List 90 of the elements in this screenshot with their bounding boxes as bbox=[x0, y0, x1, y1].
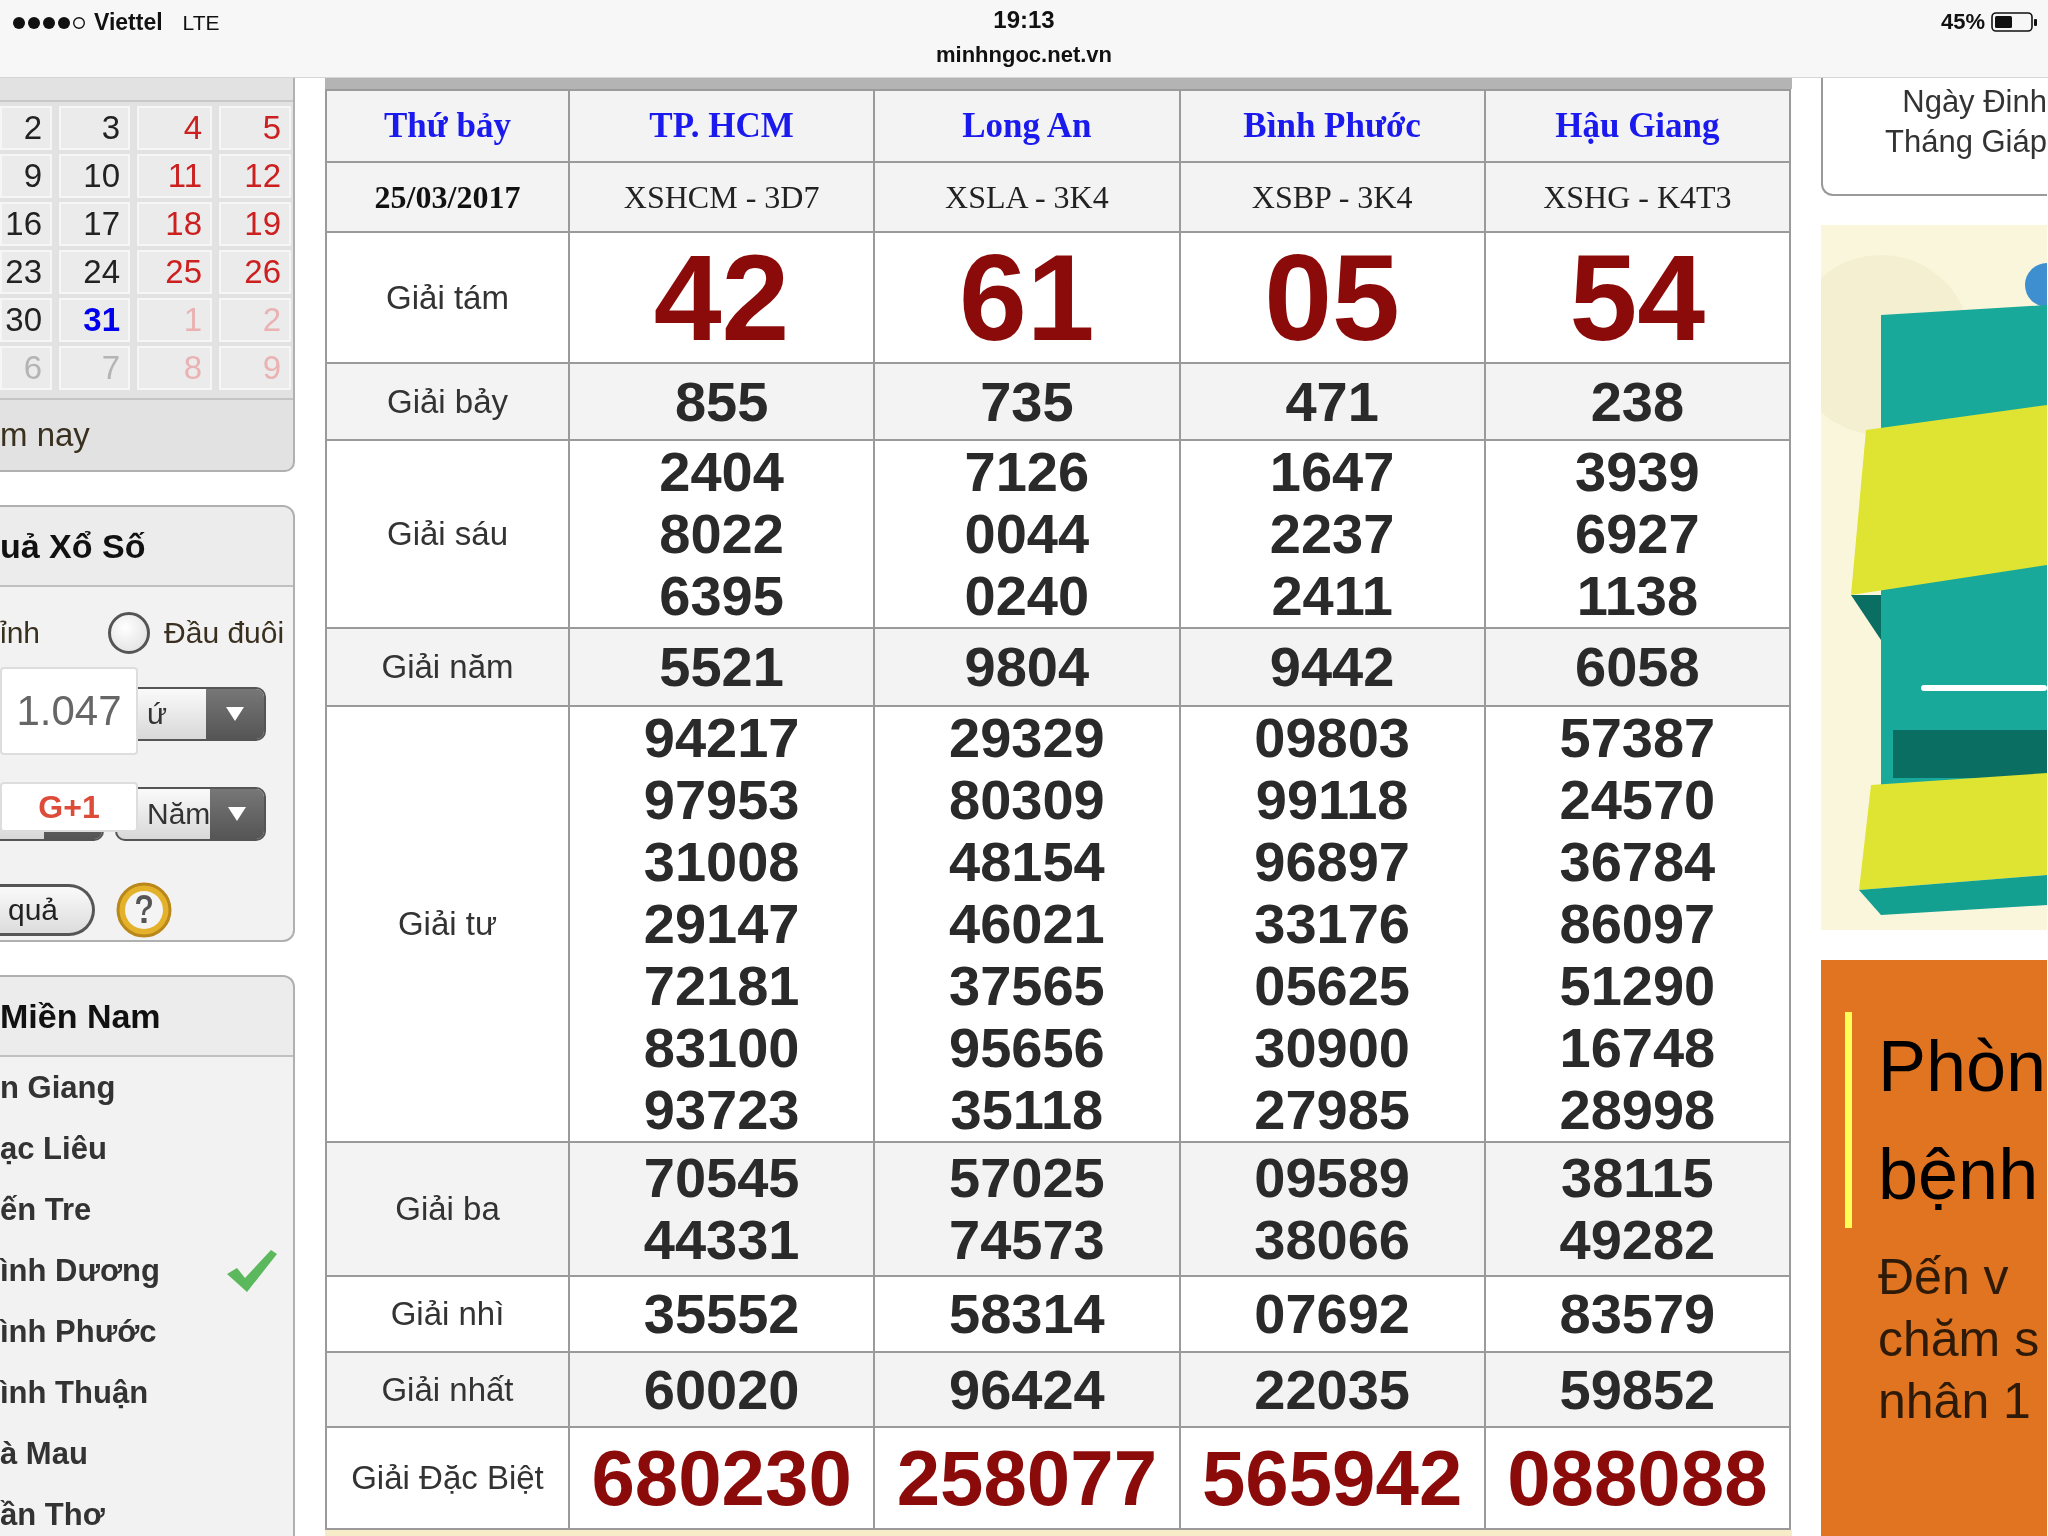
prize-number: 60020 bbox=[642, 1358, 801, 1421]
prize-number: 38066 bbox=[1253, 1209, 1411, 1271]
prize-number: 29147 bbox=[642, 893, 801, 955]
prize-number: 74573 bbox=[948, 1209, 1106, 1271]
prize-number: 72181 bbox=[642, 955, 801, 1017]
prize-number: 37565 bbox=[948, 955, 1106, 1017]
prize-number: 57025 bbox=[948, 1147, 1106, 1209]
prize-number: 1647 bbox=[1268, 441, 1396, 503]
prize-number: 96897 bbox=[1253, 831, 1411, 893]
prize-number: 49282 bbox=[1558, 1209, 1717, 1271]
option-label: Đầu đuôi bbox=[164, 616, 285, 650]
prize-number: 93723 bbox=[642, 1079, 801, 1141]
prize-number: 42 bbox=[652, 234, 791, 361]
prize-number: 28998 bbox=[1558, 1079, 1717, 1141]
promo-text: chăm s bbox=[1878, 1310, 2041, 1369]
prize-number: 6395 bbox=[658, 565, 785, 627]
network-type: LTE bbox=[182, 10, 220, 35]
lunar-date-text: Ngày Đinh bbox=[1902, 83, 2047, 121]
prize-number: 83100 bbox=[642, 1017, 801, 1079]
prize-number: 33176 bbox=[1253, 893, 1411, 955]
prize-number: 94217 bbox=[642, 707, 801, 769]
prize-number: 35552 bbox=[642, 1283, 801, 1345]
battery-percent: 45% bbox=[1940, 9, 1985, 35]
prize-number: 05 bbox=[1263, 234, 1401, 361]
prize-number: 54 bbox=[1568, 234, 1707, 361]
prize-number: 80309 bbox=[948, 769, 1106, 831]
prize-number: 99118 bbox=[1254, 769, 1410, 831]
prize-number: 59852 bbox=[1558, 1358, 1717, 1421]
prize-number: 258077 bbox=[895, 1433, 1158, 1523]
prize-number: 97953 bbox=[642, 769, 801, 831]
panel-title: Miền Nam bbox=[0, 996, 161, 1036]
promo-text: Đến v bbox=[1878, 1248, 2010, 1307]
promo-heading: bệnh bbox=[1878, 1133, 2040, 1216]
lunar-date-text: Tháng Giáp bbox=[1885, 123, 2047, 161]
prize-number: 46021 bbox=[948, 893, 1106, 955]
prize-number: 680230 bbox=[590, 1433, 853, 1523]
prize-number: 6927 bbox=[1574, 503, 1701, 565]
prize-number: 2404 bbox=[658, 441, 785, 503]
prize-number: 8022 bbox=[658, 503, 785, 565]
prize-number: 27985 bbox=[1253, 1079, 1411, 1141]
prize-number: 7126 bbox=[963, 441, 1091, 503]
prize-number: 471 bbox=[1284, 370, 1380, 433]
prize-number: 1138 bbox=[1575, 565, 1700, 627]
prize-number: 36784 bbox=[1558, 831, 1717, 893]
clock: 19:13 bbox=[993, 6, 1055, 34]
prize-number: 2411 bbox=[1270, 565, 1394, 627]
prize-number: 0044 bbox=[963, 503, 1091, 565]
prize-number: 31008 bbox=[642, 831, 801, 893]
prize-number: 0240 bbox=[963, 565, 1091, 627]
promo-text: nhân 1 bbox=[1878, 1372, 2032, 1431]
prize-number: 09803 bbox=[1253, 707, 1411, 769]
prize-number: 5521 bbox=[658, 636, 785, 698]
day-header: Thứ bảy bbox=[326, 90, 569, 162]
prize-number: 44331 bbox=[642, 1209, 801, 1271]
prize-number: 09589 bbox=[1253, 1147, 1411, 1209]
prize-number: 2237 bbox=[1268, 503, 1396, 565]
prize-number: 088088 bbox=[1506, 1433, 1769, 1523]
prize-number: 3939 bbox=[1574, 441, 1701, 503]
prize-name: Giải tư bbox=[326, 706, 569, 1142]
prize-number: 6058 bbox=[1574, 636, 1701, 698]
prize-number: 238 bbox=[1589, 370, 1686, 433]
prize-number: 565942 bbox=[1201, 1433, 1464, 1523]
prize-number: 38115 bbox=[1560, 1147, 1715, 1209]
prize-number: 35118 bbox=[949, 1079, 1105, 1141]
prize-number: 48154 bbox=[948, 831, 1106, 893]
prize-number: 51290 bbox=[1558, 955, 1717, 1017]
prize-number: 9804 bbox=[963, 636, 1091, 698]
prize-number: 95656 bbox=[948, 1017, 1106, 1079]
share-count-tooltip: 1.047 bbox=[0, 667, 138, 755]
prize-number: 16748 bbox=[1558, 1017, 1717, 1079]
prize-number: 70545 bbox=[642, 1147, 801, 1209]
carrier-name: Viettel bbox=[94, 9, 163, 36]
prize-number: 61 bbox=[958, 234, 1096, 361]
prize-number: 83579 bbox=[1558, 1283, 1717, 1345]
prize-number: 855 bbox=[673, 370, 770, 433]
prize-number: 22035 bbox=[1253, 1358, 1411, 1421]
prize-number: 86097 bbox=[1558, 893, 1717, 955]
panel-title: uả Xổ Số bbox=[0, 526, 146, 566]
prize-number: 05625 bbox=[1253, 955, 1411, 1017]
prize-number: 07692 bbox=[1253, 1283, 1411, 1345]
prize-number: 24570 bbox=[1558, 769, 1717, 831]
prize-number: 9442 bbox=[1268, 636, 1396, 698]
prize-number: 57387 bbox=[1558, 707, 1717, 769]
prize-number: 96424 bbox=[948, 1358, 1106, 1421]
prize-number: 735 bbox=[979, 370, 1075, 433]
prize-number: 30900 bbox=[1253, 1017, 1411, 1079]
option-label: ỉnh bbox=[0, 616, 41, 650]
promo-heading: Phòn bbox=[1878, 1025, 2047, 1108]
prize-number: 29329 bbox=[948, 707, 1106, 769]
prize-number: 58314 bbox=[948, 1283, 1106, 1345]
